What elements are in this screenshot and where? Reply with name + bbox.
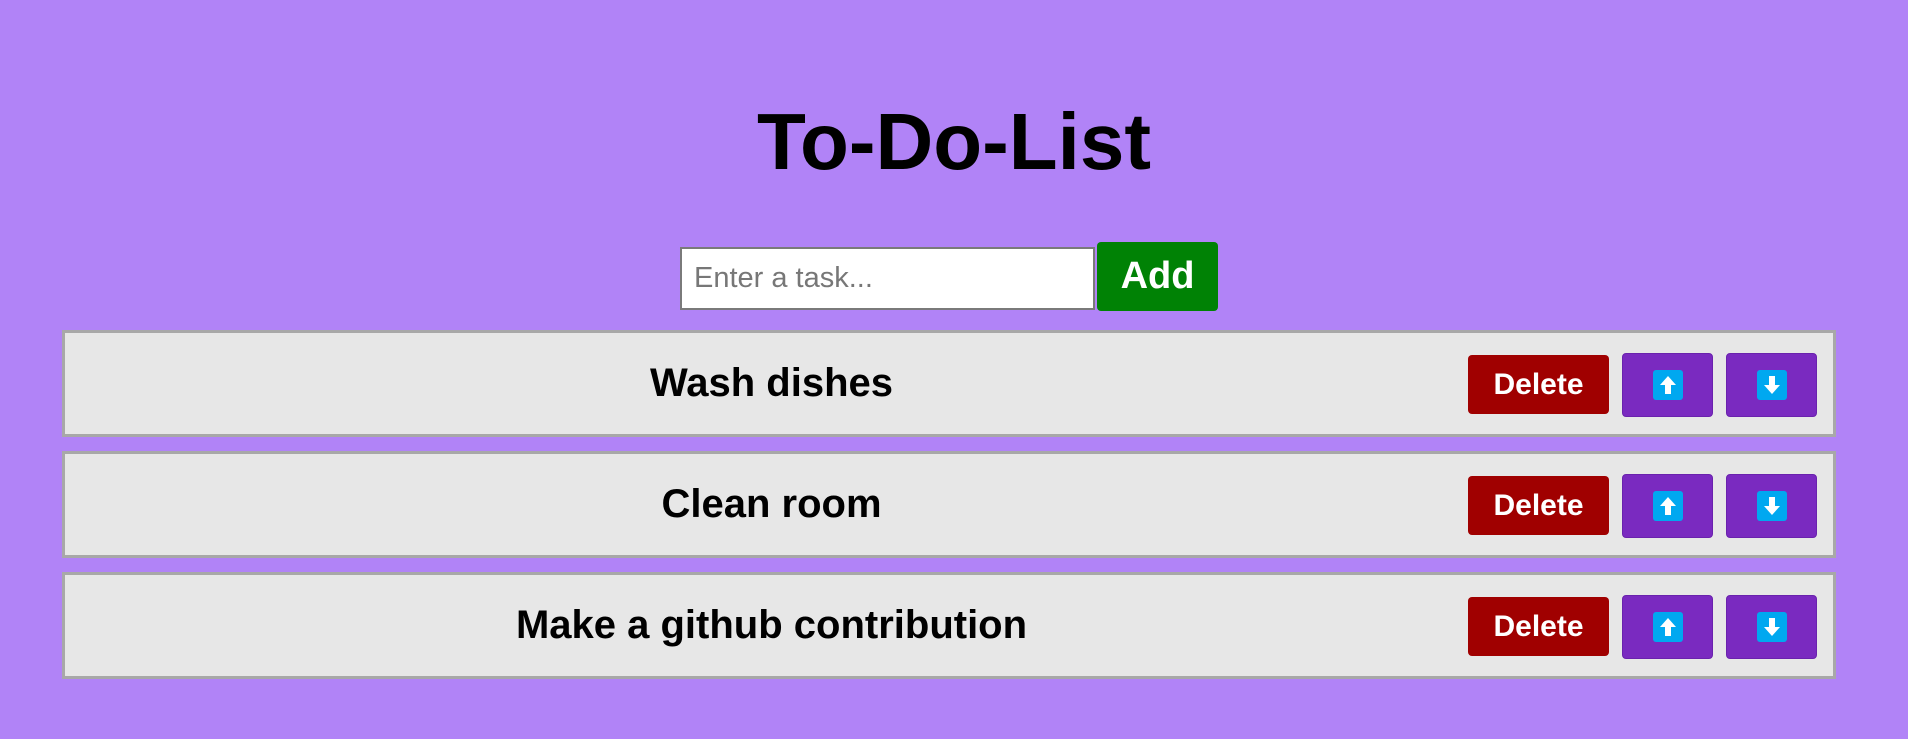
task-text: Wash dishes: [649, 361, 894, 405]
arrow-down-icon: [1756, 491, 1787, 521]
move-up-button[interactable]: [1622, 474, 1713, 538]
arrow-up-icon: [1652, 612, 1683, 642]
task-item: Make a github contribution Delete: [62, 572, 1836, 679]
task-actions: Delete: [1468, 595, 1817, 659]
task-actions: Delete: [1468, 474, 1817, 538]
add-button[interactable]: Add: [1097, 242, 1218, 311]
task-item: Clean room Delete: [62, 451, 1836, 558]
move-down-button[interactable]: [1726, 353, 1817, 417]
task-text: Make a github contribution: [515, 603, 1028, 647]
move-down-button[interactable]: [1726, 595, 1817, 659]
add-task-form: Add: [680, 242, 1218, 311]
delete-button[interactable]: Delete: [1468, 476, 1609, 535]
arrow-down-icon: [1756, 612, 1787, 642]
arrow-up-icon: [1652, 370, 1683, 400]
move-up-button[interactable]: [1622, 595, 1713, 659]
arrow-up-icon: [1652, 491, 1683, 521]
page-title: To-Do-List: [757, 97, 1151, 186]
arrow-down-icon: [1756, 370, 1787, 400]
delete-button[interactable]: Delete: [1468, 597, 1609, 656]
task-input[interactable]: [680, 247, 1095, 310]
task-actions: Delete: [1468, 353, 1817, 417]
move-up-button[interactable]: [1622, 353, 1713, 417]
delete-button[interactable]: Delete: [1468, 355, 1609, 414]
task-item: Wash dishes Delete: [62, 330, 1836, 437]
move-down-button[interactable]: [1726, 474, 1817, 538]
task-list: Wash dishes Delete Clean room Delete Mak…: [62, 330, 1836, 693]
task-text: Clean room: [661, 482, 882, 526]
